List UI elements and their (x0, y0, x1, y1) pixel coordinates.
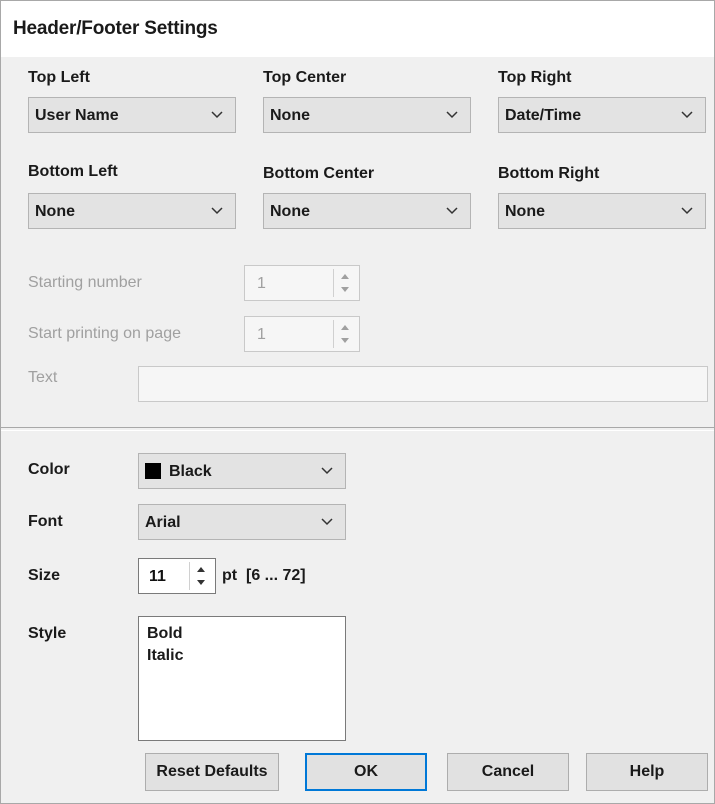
style-listbox[interactable]: Bold Italic (138, 616, 346, 741)
starting-number-label: Starting number (28, 274, 142, 291)
style-label: Style (28, 625, 67, 642)
chevron-down-icon (446, 207, 458, 215)
chevron-down-icon (321, 467, 333, 475)
bottom-center-select[interactable]: None (263, 193, 471, 229)
title-bar: Header/Footer Settings (1, 1, 714, 57)
text-label: Text (28, 369, 58, 386)
spin-down-icon[interactable] (190, 576, 212, 590)
top-center-select[interactable]: None (263, 97, 471, 133)
font-select[interactable]: Arial (138, 504, 346, 540)
chevron-down-icon (446, 111, 458, 119)
size-range: [6 ... 72] (246, 567, 306, 584)
reset-defaults-button[interactable]: Reset Defaults (145, 753, 279, 791)
size-label: Size (28, 567, 61, 584)
bottom-right-label: Bottom Right (498, 165, 600, 182)
bottom-left-value: None (35, 203, 75, 220)
dialog-title: Header/Footer Settings (13, 18, 218, 39)
size-spinner[interactable]: 11 (138, 558, 216, 594)
starting-number-spinner[interactable]: 1 (244, 265, 360, 301)
bottom-left-select[interactable]: None (28, 193, 236, 229)
ok-button[interactable]: OK (305, 753, 427, 791)
color-select[interactable]: Black (138, 453, 346, 489)
spin-up-icon[interactable] (190, 562, 212, 576)
top-right-select[interactable]: Date/Time (498, 97, 706, 133)
font-label: Font (28, 513, 63, 530)
top-right-label: Top Right (498, 69, 572, 86)
spin-up-icon[interactable] (334, 269, 356, 283)
bottom-center-label: Bottom Center (263, 165, 375, 182)
top-center-value: None (270, 107, 310, 124)
chevron-down-icon (681, 207, 693, 215)
bottom-left-label: Bottom Left (28, 163, 118, 180)
bottom-right-value: None (505, 203, 545, 220)
chevron-down-icon (211, 207, 223, 215)
color-swatch (145, 463, 161, 479)
spin-down-icon[interactable] (334, 283, 356, 297)
top-left-select[interactable]: User Name (28, 97, 236, 133)
header-footer-settings-dialog: Header/Footer Settings Top Left User Nam… (0, 0, 715, 804)
start-printing-label: Start printing on page (28, 325, 181, 342)
chevron-down-icon (681, 111, 693, 119)
size-unit: pt (222, 567, 238, 584)
start-printing-value: 1 (257, 326, 266, 343)
spin-down-icon[interactable] (334, 334, 356, 348)
chevron-down-icon (321, 518, 333, 526)
size-value: 11 (149, 568, 166, 585)
bottom-right-select[interactable]: None (498, 193, 706, 229)
text-field[interactable] (138, 366, 708, 402)
bottom-center-value: None (270, 203, 310, 220)
help-button[interactable]: Help (586, 753, 708, 791)
starting-number-value: 1 (257, 275, 266, 292)
top-center-label: Top Center (263, 69, 347, 86)
style-option-bold[interactable]: Bold (147, 625, 183, 643)
top-right-value: Date/Time (505, 107, 582, 124)
size-unit-range: pt [6 ... 72] (222, 567, 306, 585)
color-value: Black (169, 463, 212, 480)
section-divider (1, 427, 714, 431)
spin-up-icon[interactable] (334, 320, 356, 334)
top-left-label: Top Left (28, 69, 90, 86)
font-value: Arial (145, 514, 181, 531)
start-printing-spinner[interactable]: 1 (244, 316, 360, 352)
style-option-italic[interactable]: Italic (147, 647, 183, 665)
chevron-down-icon (211, 111, 223, 119)
top-left-value: User Name (35, 107, 119, 124)
cancel-button[interactable]: Cancel (447, 753, 569, 791)
color-label: Color (28, 461, 70, 478)
